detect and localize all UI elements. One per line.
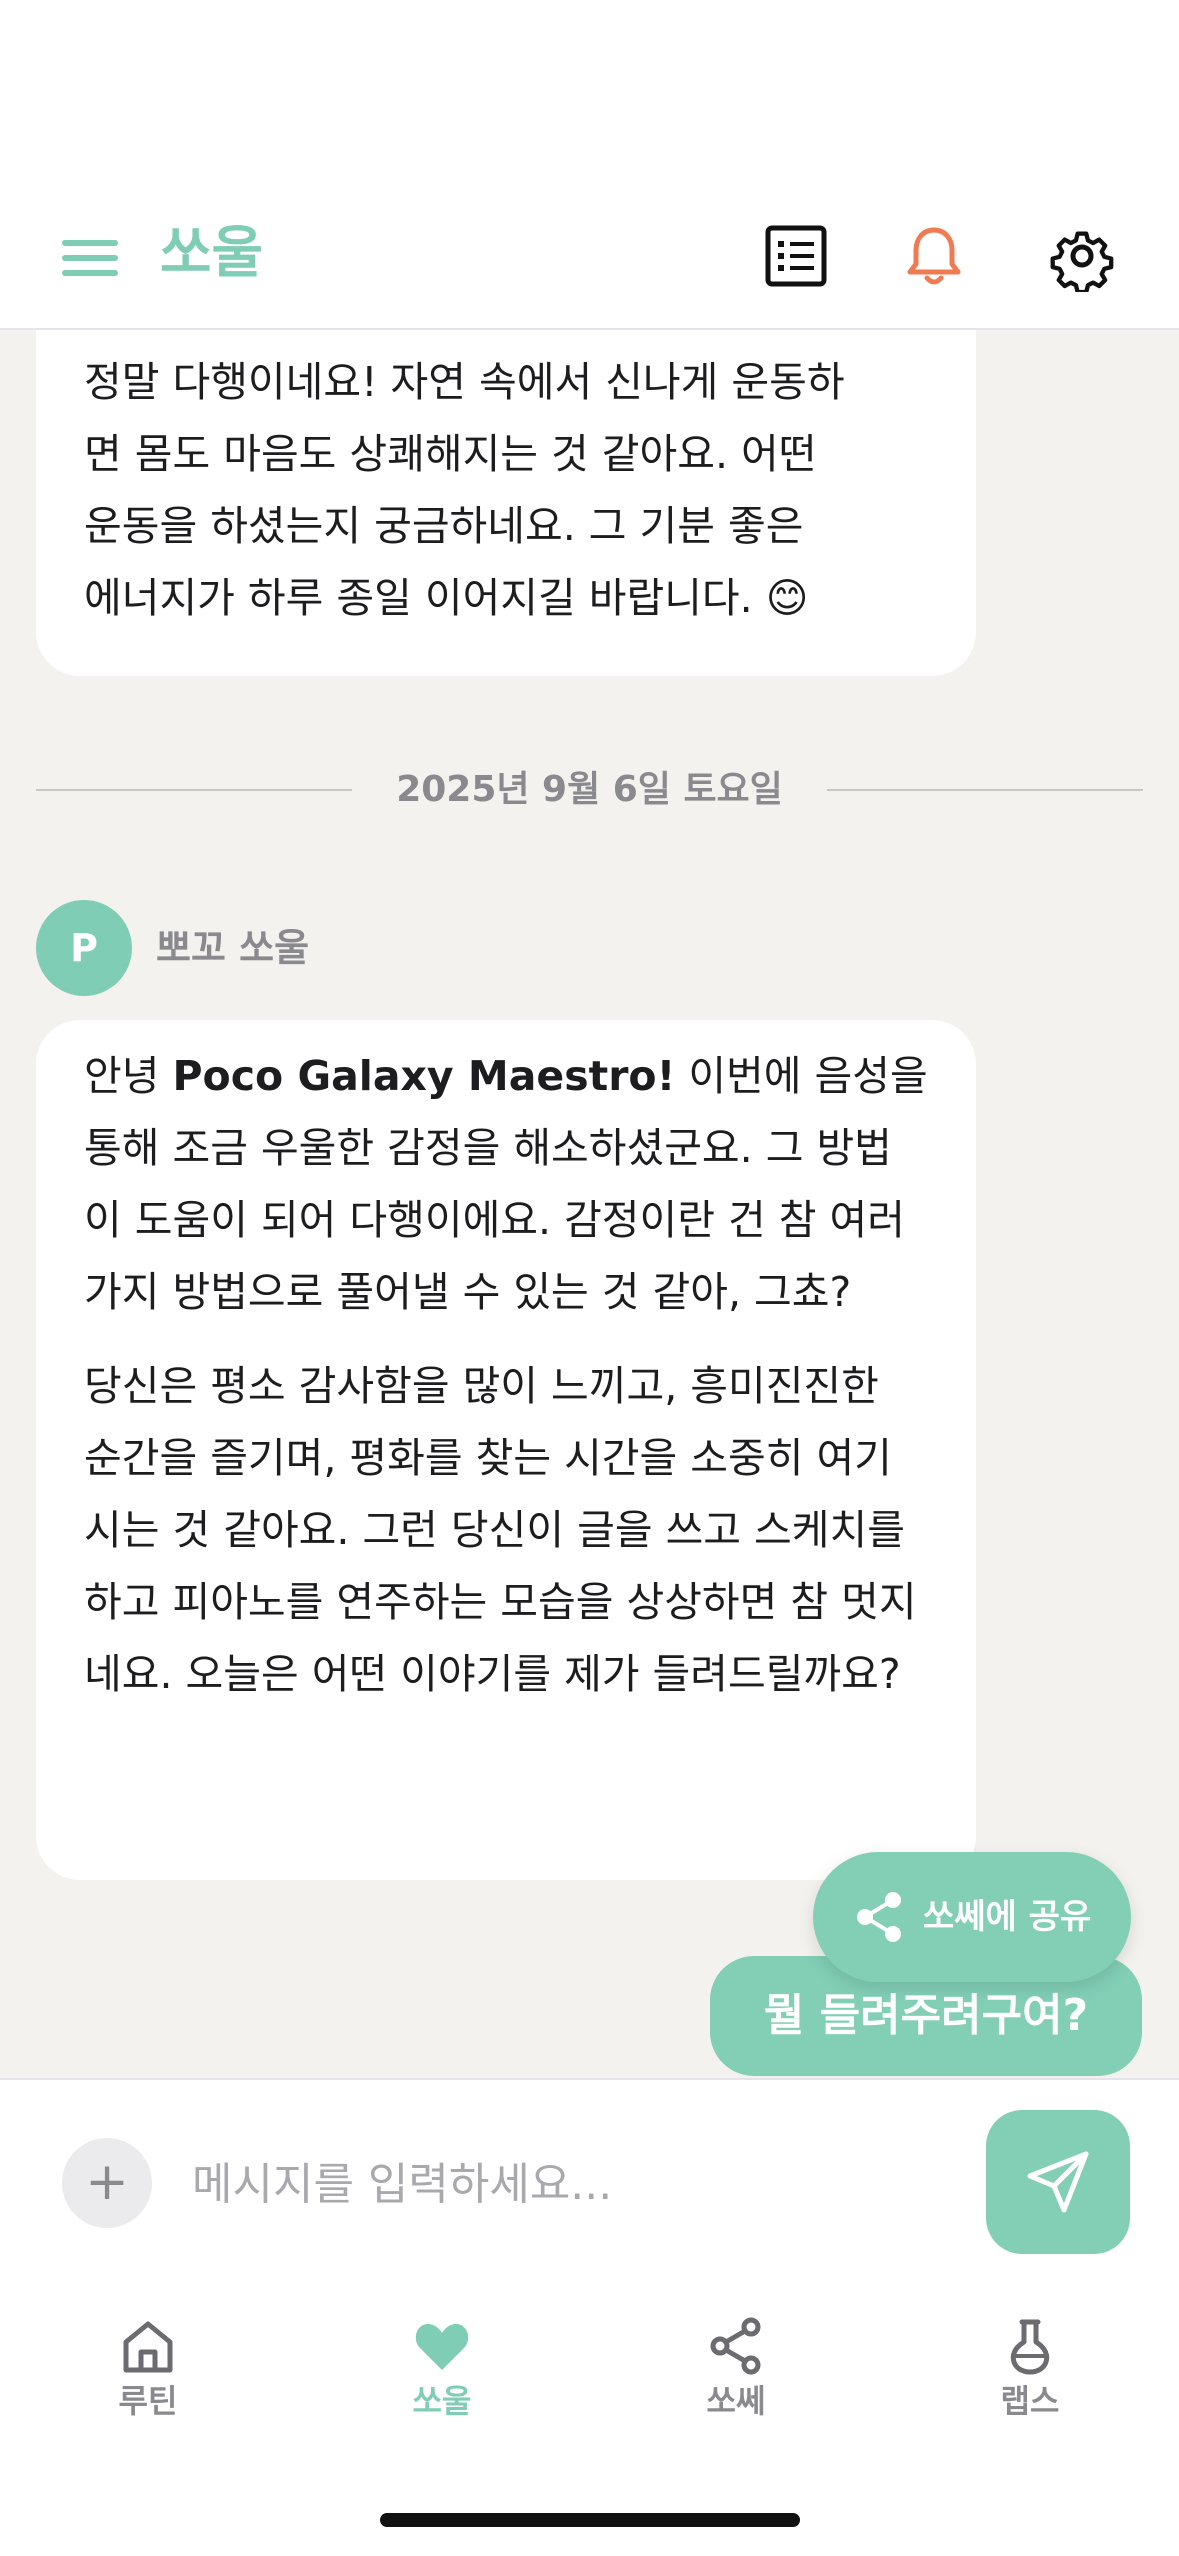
gear-icon[interactable] — [1046, 220, 1118, 292]
tab-label: 쏘울 — [412, 2382, 472, 2420]
message-line: 정외에서 운동하셨는지 기분이 좋으셨다니 — [84, 330, 928, 346]
avatar[interactable]: P — [36, 900, 132, 996]
message-line: 에너지가 하루 종일 이어지길 바랍니다. 😊 — [84, 574, 809, 622]
send-icon — [1027, 2151, 1089, 2213]
message-line: 정말 다행이네요! 자연 속에서 신나게 운동하 — [84, 358, 845, 406]
message-line: 운동을 하셨는지 궁금하네요. 그 기분 좋은 — [84, 502, 804, 550]
tab-routine[interactable]: 루틴 — [48, 2316, 248, 2446]
message-paragraph: 안녕 Poco Galaxy Maestro! 이번에 음성을 통해 조금 우울… — [84, 1040, 928, 1328]
user-name-text: Poco Galaxy Maestro! — [172, 1052, 676, 1100]
tab-label: 루틴 — [118, 2382, 178, 2420]
message-text: 안녕 — [84, 1052, 173, 1100]
tab-ssosse[interactable]: 쏘쎄 — [636, 2316, 836, 2446]
share-to-ssosse-button[interactable]: 쏘쎄에 공유 — [813, 1852, 1131, 1982]
menu-icon[interactable] — [62, 230, 118, 286]
app-header: 쏘울 — [0, 200, 1179, 330]
home-indicator — [380, 2513, 800, 2527]
add-attachment-button[interactable]: + — [62, 2138, 152, 2228]
tab-label: 랩스 — [1000, 2382, 1060, 2420]
divider — [827, 789, 1143, 791]
date-separator: 2025년 9월 6일 토요일 — [36, 750, 1143, 830]
tab-labs[interactable]: 랩스 — [930, 2316, 1130, 2446]
share-icon — [857, 1892, 901, 1942]
tab-soul[interactable]: 쏘울 — [342, 2316, 542, 2446]
send-button[interactable] — [986, 2110, 1130, 2254]
bell-icon[interactable] — [898, 220, 970, 292]
heart-icon — [415, 2324, 469, 2370]
message-composer: + — [0, 2078, 1179, 2288]
bot-message: 안녕 Poco Galaxy Maestro! 이번에 음성을 통해 조금 우울… — [36, 1020, 976, 1880]
home-icon — [123, 2321, 173, 2373]
chat-area[interactable]: 정외에서 운동하셨는지 기분이 좋으셨다니 정말 다행이네요! 자연 속에서 신… — [0, 330, 1179, 2078]
message-input[interactable] — [190, 2130, 954, 2238]
status-bar — [0, 0, 1179, 200]
share-icon — [710, 2317, 761, 2375]
list-icon[interactable] — [760, 220, 832, 292]
share-button-label: 쏘쎄에 공유 — [923, 1897, 1092, 1937]
message-line: 면 몸도 마음도 상쾌해지는 것 같아요. 어떤 — [84, 430, 817, 478]
message-paragraph: 당신은 평소 감사함을 많이 느끼고, 흥미진진한 순간을 즐기며, 평화를 찾… — [84, 1362, 917, 1698]
bot-message-previous: 정외에서 운동하셨는지 기분이 좋으셨다니 정말 다행이네요! 자연 속에서 신… — [36, 330, 976, 676]
flask-icon — [1010, 2319, 1050, 2375]
tab-label: 쏘쎄 — [706, 2382, 766, 2420]
sender-name: 뽀꼬 쏘울 — [156, 926, 310, 970]
app-title: 쏘울 — [160, 221, 264, 286]
